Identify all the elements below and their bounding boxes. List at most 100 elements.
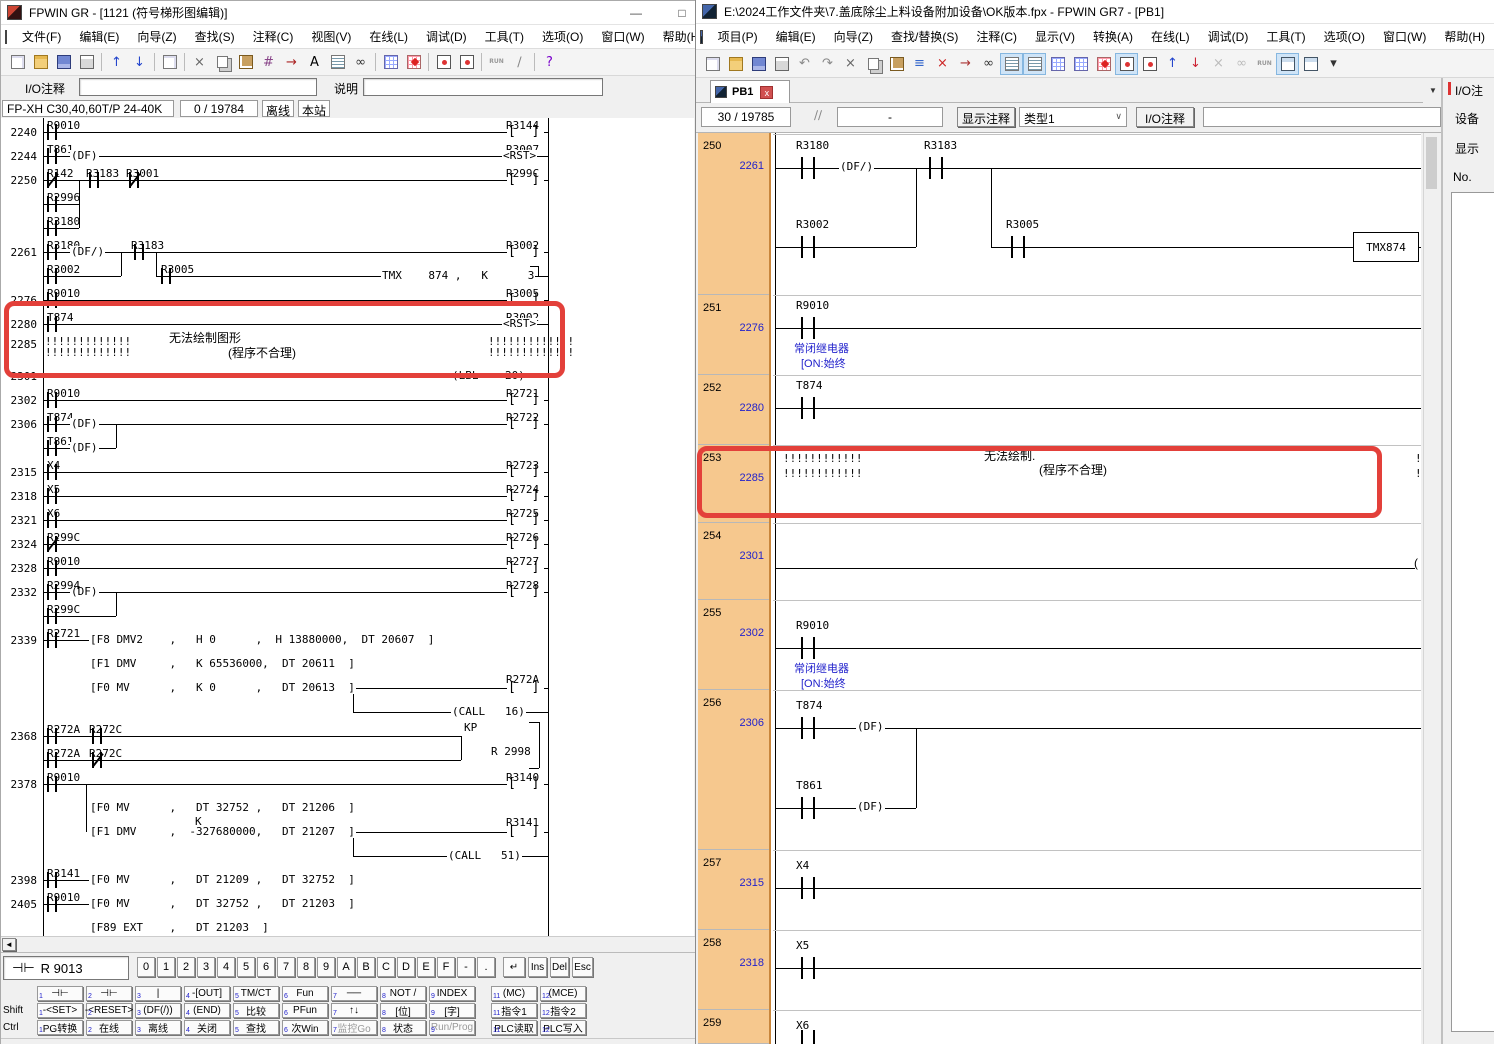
rung-header[interactable]: 2552302	[698, 600, 769, 690]
undo-icon[interactable]: ↶	[793, 53, 816, 75]
copy-icon[interactable]	[862, 53, 885, 75]
grid-display-icon[interactable]	[1046, 53, 1069, 75]
menu-item[interactable]: 项目(P)	[709, 25, 767, 48]
numpad-key-6[interactable]: 6	[257, 957, 275, 977]
menu-item[interactable]: 查找/替换(S)	[882, 25, 967, 48]
panel-list-box[interactable]	[1451, 192, 1494, 1032]
minimize-button[interactable]: —	[619, 4, 653, 22]
function-key-4-row1[interactable]: -[OUT]4	[184, 986, 230, 1001]
menu-item[interactable]: 选项(O)	[533, 25, 592, 48]
new-file-icon[interactable]	[701, 53, 724, 75]
numpad-key-B[interactable]: B	[357, 957, 375, 977]
edit-key-Del[interactable]: Del	[550, 957, 569, 977]
io-comment-value[interactable]	[1203, 107, 1441, 127]
function-key-7-row1[interactable]: ──7	[331, 986, 377, 1001]
rung-header[interactable]: 2562306	[698, 690, 769, 850]
function-key-1-row1[interactable]: ⊣⊢1	[37, 986, 83, 1001]
function-key-9-row3[interactable]: Run/Prog9	[429, 1020, 475, 1035]
monitor-grid2-icon[interactable]	[1299, 53, 1322, 75]
step-run-icon[interactable]: ∕	[508, 51, 531, 73]
operand-entry[interactable]: ⊣⊢ R 9013	[3, 956, 129, 980]
menu-item[interactable]: 帮助(H)	[1435, 25, 1494, 48]
io-comment-edit-icon[interactable]: #	[257, 51, 280, 73]
edit-key-Ins[interactable]: Ins	[528, 957, 547, 977]
panel-row-display[interactable]: 显示	[1455, 140, 1479, 157]
cut-icon[interactable]: ×	[188, 51, 211, 73]
function-key-4-row2[interactable]: (END)4	[184, 1003, 230, 1018]
jump-icon[interactable]: →	[280, 51, 303, 73]
run-mode-icon[interactable]: RUN	[1253, 53, 1276, 75]
function-key-4-row3[interactable]: 关闭4	[184, 1020, 230, 1035]
rung-header[interactable]: 2572315	[698, 850, 769, 930]
help-icon[interactable]: ?	[538, 51, 561, 73]
menu-item[interactable]: 调试(D)	[417, 25, 476, 48]
function-key-12-row3[interactable]: PLC写入12	[540, 1020, 586, 1035]
function-key-1-row3[interactable]: PG转换1	[37, 1020, 83, 1035]
rung-header[interactable]: 2542301	[698, 523, 769, 600]
numpad-key-.[interactable]: .	[477, 957, 495, 977]
menu-item[interactable]: 窗口(W)	[592, 25, 653, 48]
toolbar-more-icon[interactable]: ▾	[1322, 53, 1345, 75]
function-key-2-row1[interactable]: ⊣⊢2	[86, 986, 132, 1001]
function-key-5-row2[interactable]: 比较5	[233, 1003, 279, 1018]
menu-item[interactable]: 显示(V)	[1026, 25, 1084, 48]
comment-type-select[interactable]: 类型1 ∨	[1019, 107, 1127, 127]
save-icon[interactable]	[52, 51, 75, 73]
show-comment-button[interactable]: 显示注释	[957, 107, 1015, 127]
scrollbar-thumb[interactable]	[1426, 137, 1437, 189]
numpad-key-8[interactable]: 8	[297, 957, 315, 977]
function-key-5-row1[interactable]: TM/CT5	[233, 986, 279, 1001]
download-icon[interactable]: ↓	[1184, 53, 1207, 75]
function-key-7-row2[interactable]: ↑↓7	[331, 1003, 377, 1018]
copy-icon[interactable]	[211, 51, 234, 73]
menu-item[interactable]: 编辑(E)	[70, 25, 128, 48]
menu-item[interactable]: 在线(L)	[1142, 25, 1199, 48]
vertical-scrollbar[interactable]	[1423, 133, 1439, 1044]
print-icon[interactable]	[770, 53, 793, 75]
ladder-view[interactable]: R3180R3183(DF/)R3002R3005TMX874R9010常闭继电…	[771, 133, 1421, 1044]
function-key-3-row2[interactable]: (DF(/))3	[135, 1003, 181, 1018]
numpad-key--[interactable]: -	[457, 957, 475, 977]
rung-header[interactable]: 2522280	[698, 375, 769, 445]
function-key-6-row3[interactable]: 次Win6	[282, 1020, 328, 1035]
menu-item[interactable]: 向导(Z)	[825, 25, 882, 48]
menu-item[interactable]: 查找(S)	[186, 25, 244, 48]
function-key-12-row1[interactable]: (MCE)12	[540, 986, 586, 1001]
menu-item[interactable]: 注释(C)	[967, 25, 1026, 48]
menu-item[interactable]: 在线(L)	[360, 25, 417, 48]
select-window-icon[interactable]	[158, 51, 181, 73]
hscroll-left-arrow[interactable]: ◄	[2, 938, 16, 951]
redo-icon[interactable]: ↷	[816, 53, 839, 75]
paste-icon[interactable]	[885, 53, 908, 75]
function-key-11-row1[interactable]: (MC)11	[491, 986, 537, 1001]
show-comment-list-icon[interactable]	[1023, 53, 1046, 75]
numpad-key-A[interactable]: A	[337, 957, 355, 977]
numpad-key-F[interactable]: F	[437, 957, 455, 977]
numpad-key-9[interactable]: 9	[317, 957, 335, 977]
function-key-3-row3[interactable]: 离线3	[135, 1020, 181, 1035]
numpad-key-2[interactable]: 2	[177, 957, 195, 977]
online-plug-icon[interactable]	[455, 51, 478, 73]
text-input-icon[interactable]: A	[303, 51, 326, 73]
maximize-button[interactable]: □	[665, 4, 699, 22]
monitor-grid-icon[interactable]	[379, 51, 402, 73]
menu-item[interactable]: 调试(D)	[1199, 25, 1258, 48]
rung-header[interactable]: 259	[698, 1010, 769, 1044]
offline-icon[interactable]	[1138, 53, 1161, 75]
menu-item[interactable]: 窗口(W)	[1374, 25, 1435, 48]
rung-header[interactable]: 2512276	[698, 295, 769, 375]
numpad-key-4[interactable]: 4	[217, 957, 235, 977]
delete-icon[interactable]: ×	[931, 53, 954, 75]
new-file-icon[interactable]	[6, 51, 29, 73]
numpad-key-D[interactable]: D	[397, 957, 415, 977]
paste-icon[interactable]	[234, 51, 257, 73]
description-input[interactable]	[363, 78, 603, 96]
function-key-6-row2[interactable]: PFun6	[282, 1003, 328, 1018]
save-icon[interactable]	[747, 53, 770, 75]
menu-item[interactable]: 文件(F)	[13, 25, 70, 48]
panel-row-device[interactable]: 设备	[1455, 110, 1479, 127]
function-key-1-row2[interactable]: -<SET>1	[37, 1003, 83, 1018]
comment-box-icon[interactable]	[326, 51, 349, 73]
io-comment-input[interactable]	[79, 78, 317, 96]
tab-pb1[interactable]: PB1 x	[710, 80, 790, 103]
